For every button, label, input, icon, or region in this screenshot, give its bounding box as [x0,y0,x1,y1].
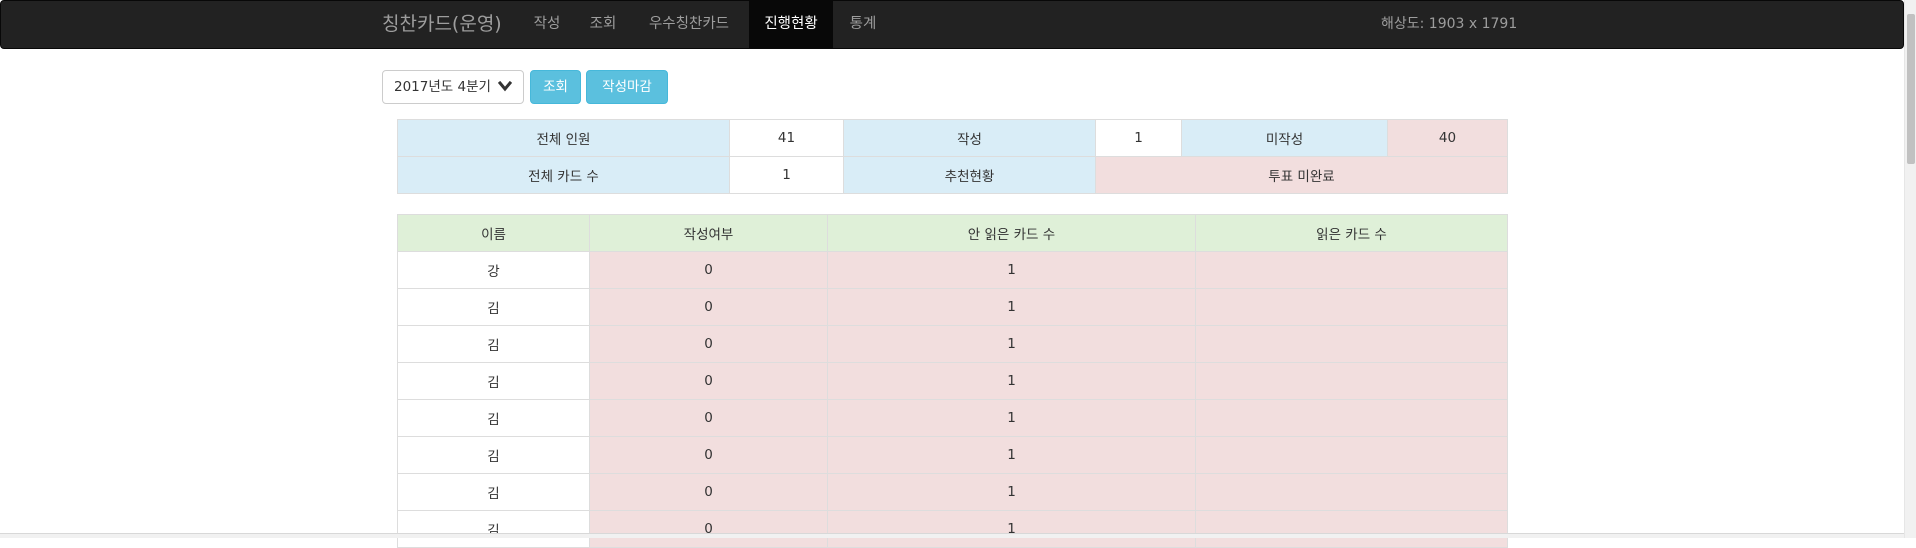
horizontal-scrollbar[interactable] [0,533,1904,538]
period-select[interactable]: 2017년도 4분기 [382,70,524,104]
row-name: 김 [397,473,590,511]
search-button[interactable]: 조회 [530,70,581,104]
vertical-scrollbar-thumb[interactable] [1907,14,1915,164]
table-row: 김 0 1 [397,399,1508,437]
row-unread: 1 [827,510,1196,548]
written-value: 1 [1095,119,1182,157]
nav-item-progress[interactable]: 진행현황 [749,1,833,48]
summary-row: 전체 카드 수 1 추천현황 투표 미완료 [397,156,1508,194]
period-select-value: 2017년도 4분기 [394,79,491,95]
table-row: 김 0 1 [397,473,1508,511]
chevron-down-icon [498,81,512,92]
not-written-label: 미작성 [1181,119,1388,157]
row-unread: 1 [827,288,1196,326]
table-row: 김 0 1 [397,362,1508,400]
row-unread: 1 [827,325,1196,363]
row-name: 김 [397,436,590,474]
row-name: 김 [397,325,590,363]
nav-item-statistics[interactable]: 통계 [837,1,889,48]
vote-status: 투표 미완료 [1095,156,1508,194]
header-name: 이름 [397,214,590,252]
header-unread-cards: 안 읽은 카드 수 [827,214,1196,252]
row-read [1195,510,1508,548]
row-written: 0 [589,362,828,400]
row-written: 0 [589,473,828,511]
total-members-value: 41 [729,119,844,157]
total-cards-label: 전체 카드 수 [397,156,730,194]
vertical-scrollbar[interactable] [1904,0,1916,538]
row-read [1195,473,1508,511]
written-label: 작성 [843,119,1096,157]
nav-item-write[interactable]: 작성 [521,1,573,48]
row-unread: 1 [827,362,1196,400]
not-written-value: 40 [1387,119,1508,157]
row-read [1195,325,1508,363]
row-name: 김 [397,362,590,400]
row-read [1195,251,1508,289]
table-row: 김 0 1 [397,325,1508,363]
recommend-label: 추천현황 [843,156,1096,194]
status-header-row: 이름 작성여부 안 읽은 카드 수 읽은 카드 수 [397,214,1508,252]
total-members-label: 전체 인원 [397,119,730,157]
brand-title[interactable]: 칭찬카드(운영) [382,1,502,48]
summary-row: 전체 인원 41 작성 1 미작성 40 [397,119,1508,157]
top-navbar: 칭찬카드(운영) 작성 조회 우수칭찬카드 진행현황 통계 해상도: 1903 … [0,0,1904,49]
row-unread: 1 [827,473,1196,511]
row-written: 0 [589,325,828,363]
row-read [1195,288,1508,326]
table-row: 김 0 1 [397,510,1508,548]
row-unread: 1 [827,436,1196,474]
nav-item-search[interactable]: 조회 [577,1,629,48]
table-row: 강 0 1 [397,251,1508,289]
summary-table: 전체 인원 41 작성 1 미작성 40 전체 카드 수 1 추천현황 투표 미… [397,119,1508,194]
nav-item-best-cards[interactable]: 우수칭찬카드 [635,1,743,48]
resolution-text: 해상도: 1903 x 1791 [1381,16,1518,32]
row-name: 김 [397,510,590,548]
row-read [1195,436,1508,474]
table-row: 김 0 1 [397,436,1508,474]
close-writing-button[interactable]: 작성마감 [586,70,668,104]
table-row: 김 0 1 [397,288,1508,326]
row-name: 강 [397,251,590,289]
row-written: 0 [589,436,828,474]
row-read [1195,362,1508,400]
header-read-cards: 읽은 카드 수 [1195,214,1508,252]
row-unread: 1 [827,251,1196,289]
row-unread: 1 [827,399,1196,437]
row-written: 0 [589,251,828,289]
row-written: 0 [589,288,828,326]
status-table: 이름 작성여부 안 읽은 카드 수 읽은 카드 수 강 0 1 김 0 1 김 … [397,214,1508,548]
row-name: 김 [397,288,590,326]
row-read [1195,399,1508,437]
total-cards-value: 1 [729,156,844,194]
row-written: 0 [589,399,828,437]
row-written: 0 [589,510,828,548]
row-name: 김 [397,399,590,437]
header-written: 작성여부 [589,214,828,252]
